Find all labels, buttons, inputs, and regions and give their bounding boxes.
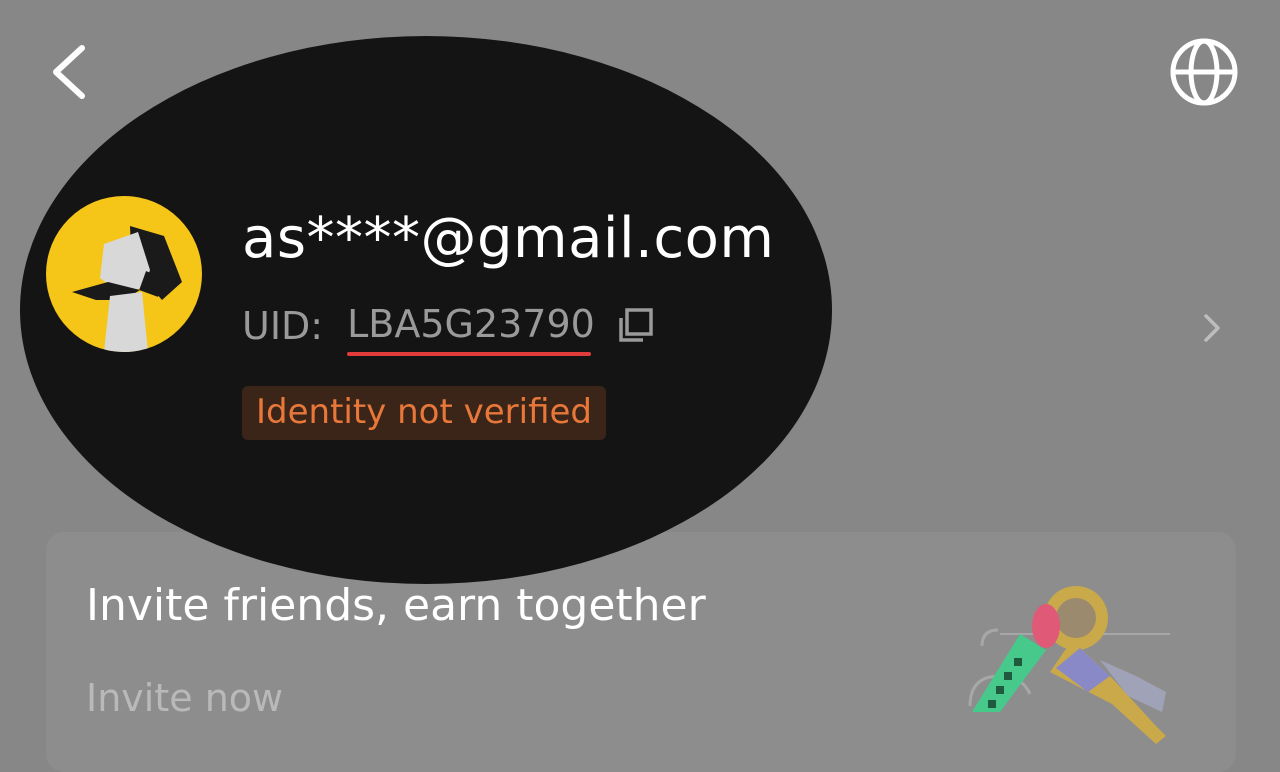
profile-details-button[interactable] — [1196, 308, 1228, 348]
avatar-icon — [72, 226, 182, 352]
copy-icon[interactable] — [615, 306, 655, 346]
globe-icon — [1170, 38, 1238, 106]
invite-title: Invite friends, earn together — [86, 580, 706, 631]
uid-row: UID: LBA5G23790 — [242, 300, 655, 356]
verification-status-badge[interactable]: Identity not verified — [242, 386, 606, 440]
uid-underline — [347, 352, 591, 356]
uid-value: LBA5G23790 — [347, 302, 595, 356]
avatar[interactable] — [46, 196, 202, 352]
account-email: as****@gmail.com — [242, 206, 775, 271]
invite-now-link[interactable]: Invite now — [86, 676, 283, 720]
back-button[interactable] — [40, 36, 104, 108]
uid-label: UID: — [242, 304, 324, 348]
uid-value-text: LBA5G23790 — [347, 302, 595, 346]
language-button[interactable] — [1164, 32, 1244, 112]
key-illustration — [968, 586, 1170, 744]
chevron-right-icon — [1204, 314, 1220, 342]
chevron-left-icon — [53, 45, 85, 99]
